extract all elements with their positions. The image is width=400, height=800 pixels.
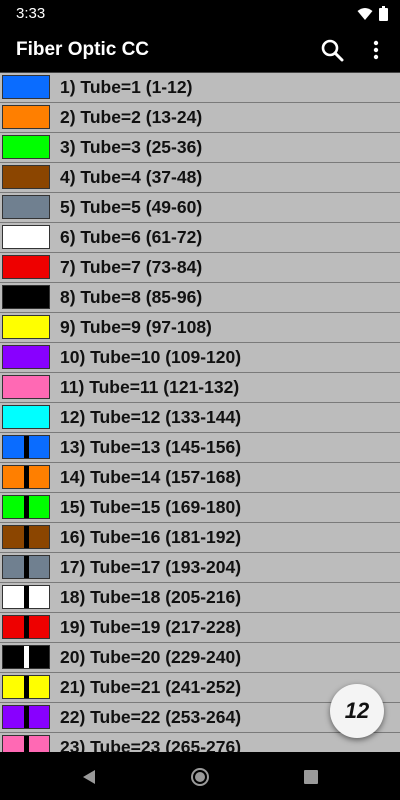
list-item[interactable]: 6) Tube=6 (61-72) — [0, 222, 400, 252]
tube-color-swatch — [2, 75, 50, 99]
tube-label: 22) Tube=22 (253-264) — [60, 707, 242, 727]
battery-icon — [379, 6, 388, 26]
tube-stripe — [24, 436, 29, 458]
list-item[interactable]: 19) Tube=19 (217-228) — [0, 612, 400, 642]
search-icon[interactable] — [318, 36, 346, 64]
tube-label: 6) Tube=6 (61-72) — [60, 227, 203, 247]
list-item[interactable]: 9) Tube=9 (97-108) — [0, 312, 400, 342]
list-item[interactable]: 11) Tube=11 (121-132) — [0, 372, 400, 402]
tube-label: 8) Tube=8 (85-96) — [60, 287, 203, 307]
tube-label: 23) Tube=23 (265-276) — [60, 737, 242, 752]
tube-color-swatch — [2, 285, 50, 309]
app-actions — [318, 36, 390, 64]
tube-stripe — [24, 586, 29, 608]
more-vert-icon[interactable] — [362, 36, 390, 64]
tube-color-swatch — [2, 645, 50, 669]
tube-color-swatch — [2, 435, 50, 459]
tube-stripe — [24, 526, 29, 548]
tube-label: 19) Tube=19 (217-228) — [60, 617, 242, 637]
list-item[interactable]: 10) Tube=10 (109-120) — [0, 342, 400, 372]
app-bar: Fiber Optic CC — [0, 28, 400, 72]
list-item[interactable]: 2) Tube=2 (13-24) — [0, 102, 400, 132]
status-time: 3:33 — [16, 5, 46, 22]
list-item[interactable]: 16) Tube=16 (181-192) — [0, 522, 400, 552]
list-item[interactable]: 1) Tube=1 (1-12) — [0, 72, 400, 102]
tube-color-swatch — [2, 255, 50, 279]
tube-label: 4) Tube=4 (37-48) — [60, 167, 203, 187]
tube-label: 20) Tube=20 (229-240) — [60, 647, 242, 667]
tube-label: 7) Tube=7 (73-84) — [60, 257, 203, 277]
list-item[interactable]: 5) Tube=5 (49-60) — [0, 192, 400, 222]
list-item[interactable]: 23) Tube=23 (265-276) — [0, 732, 400, 752]
tube-label: 21) Tube=21 (241-252) — [60, 677, 242, 697]
tube-color-swatch — [2, 345, 50, 369]
tube-label: 18) Tube=18 (205-216) — [60, 587, 242, 607]
tube-color-swatch — [2, 525, 50, 549]
home-icon[interactable] — [189, 766, 211, 788]
fiber-count-button[interactable]: 12 — [330, 684, 384, 738]
nav-bar — [0, 752, 400, 800]
tube-stripe — [24, 706, 29, 728]
tube-label: 9) Tube=9 (97-108) — [60, 317, 212, 337]
tube-color-swatch — [2, 705, 50, 729]
tube-label: 3) Tube=3 (25-36) — [60, 137, 203, 157]
tube-stripe — [24, 646, 29, 668]
tube-color-swatch — [2, 555, 50, 579]
tube-label: 2) Tube=2 (13-24) — [60, 107, 203, 127]
list-item[interactable]: 17) Tube=17 (193-204) — [0, 552, 400, 582]
tube-color-swatch — [2, 675, 50, 699]
tube-label: 16) Tube=16 (181-192) — [60, 527, 242, 547]
tube-stripe — [24, 616, 29, 638]
tube-label: 15) Tube=15 (169-180) — [60, 497, 242, 517]
list-item[interactable]: 14) Tube=14 (157-168) — [0, 462, 400, 492]
tube-stripe — [24, 676, 29, 698]
tube-label: 1) Tube=1 (1-12) — [60, 77, 193, 97]
tube-color-swatch — [2, 735, 50, 752]
tube-label: 10) Tube=10 (109-120) — [60, 347, 242, 367]
recents-icon[interactable] — [300, 766, 322, 788]
tube-color-swatch — [2, 615, 50, 639]
tube-label: 11) Tube=11 (121-132) — [60, 377, 240, 397]
tube-label: 13) Tube=13 (145-156) — [60, 437, 242, 457]
tube-color-swatch — [2, 105, 50, 129]
tube-color-swatch — [2, 465, 50, 489]
tube-stripe — [24, 466, 29, 488]
status-icons — [357, 6, 388, 26]
tube-stripe — [24, 736, 29, 752]
tube-color-swatch — [2, 195, 50, 219]
tube-color-swatch — [2, 315, 50, 339]
fab-label: 12 — [344, 698, 370, 723]
list-item[interactable]: 12) Tube=12 (133-144) — [0, 402, 400, 432]
back-icon[interactable] — [78, 766, 100, 788]
list-item[interactable]: 4) Tube=4 (37-48) — [0, 162, 400, 192]
list-item[interactable]: 7) Tube=7 (73-84) — [0, 252, 400, 282]
tube-label: 17) Tube=17 (193-204) — [60, 557, 242, 577]
tube-color-swatch — [2, 375, 50, 399]
tube-color-swatch — [2, 165, 50, 189]
wifi-icon — [357, 7, 373, 26]
app-title: Fiber Optic CC — [16, 39, 150, 60]
tube-color-swatch — [2, 225, 50, 249]
tube-label: 5) Tube=5 (49-60) — [60, 197, 203, 217]
tube-label: 12) Tube=12 (133-144) — [60, 407, 242, 427]
tube-color-swatch — [2, 405, 50, 429]
tube-color-swatch — [2, 135, 50, 159]
tube-stripe — [24, 556, 29, 578]
tube-color-swatch — [2, 495, 50, 519]
list-item[interactable]: 18) Tube=18 (205-216) — [0, 582, 400, 612]
list-item[interactable]: 13) Tube=13 (145-156) — [0, 432, 400, 462]
list-item[interactable]: 8) Tube=8 (85-96) — [0, 282, 400, 312]
list-item[interactable]: 15) Tube=15 (169-180) — [0, 492, 400, 522]
tube-color-swatch — [2, 585, 50, 609]
list-item[interactable]: 3) Tube=3 (25-36) — [0, 132, 400, 162]
list-item[interactable]: 20) Tube=20 (229-240) — [0, 642, 400, 672]
status-bar: 3:33 — [0, 0, 400, 28]
tube-list[interactable]: 1) Tube=1 (1-12) 2) Tube=2 (13-24) 3) Tube… — [0, 72, 400, 752]
tube-stripe — [24, 496, 29, 518]
tube-label: 14) Tube=14 (157-168) — [60, 467, 242, 487]
